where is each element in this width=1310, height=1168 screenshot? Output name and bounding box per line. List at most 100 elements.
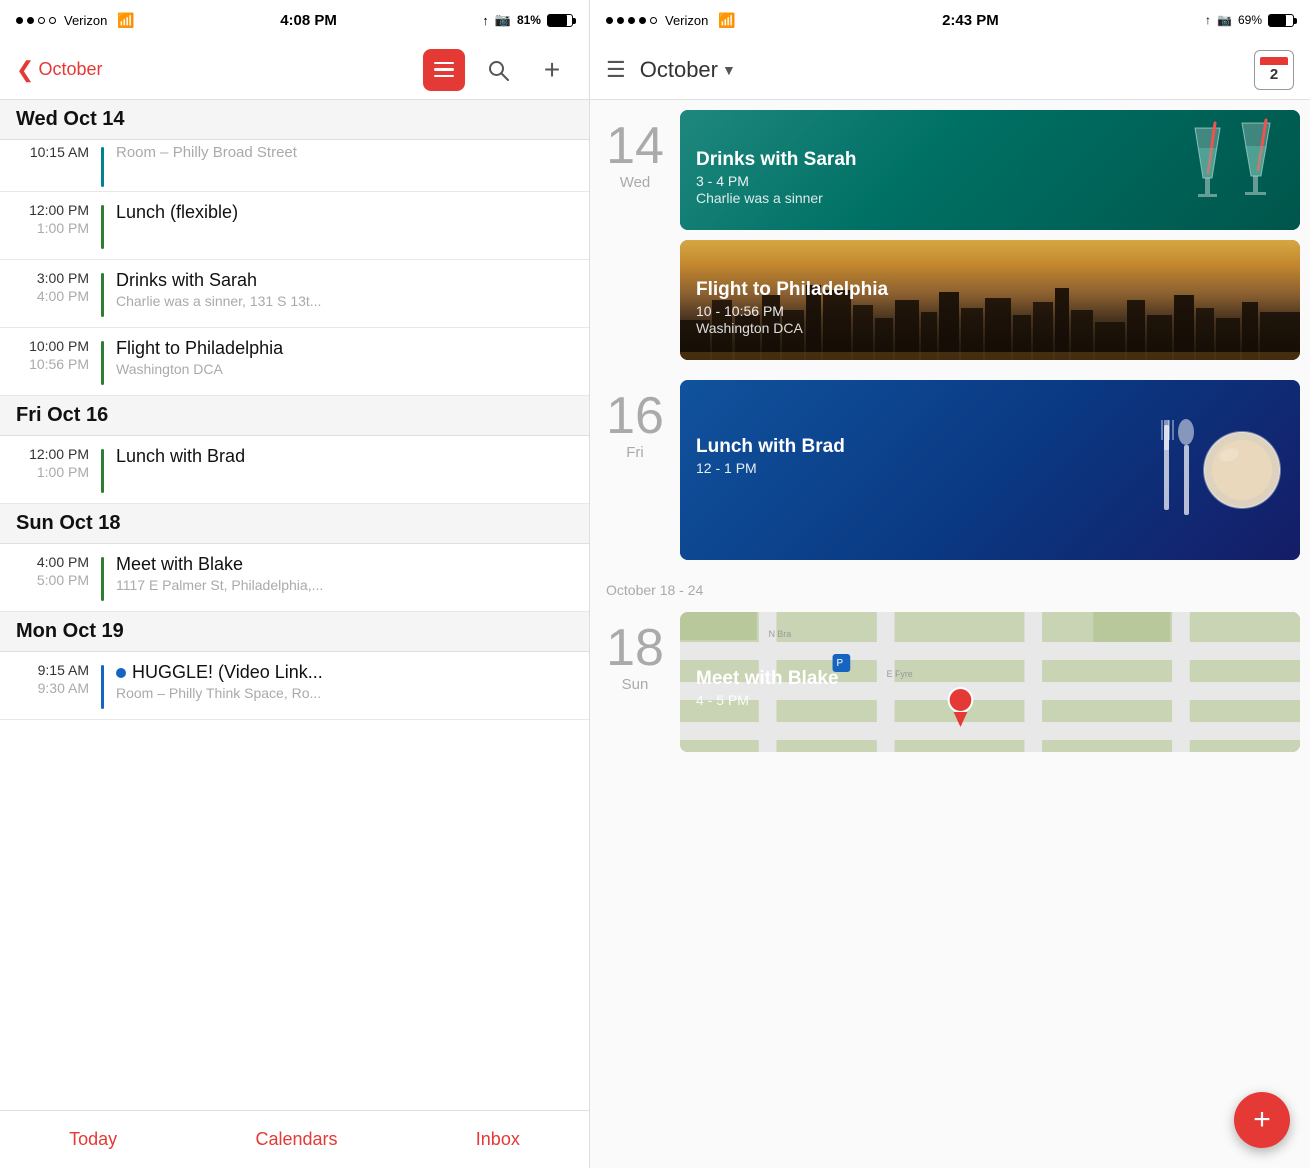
list-item[interactable]: 10:15 AM Room – Philly Broad Street [0, 140, 589, 192]
search-button[interactable] [477, 49, 519, 91]
event-end: 9:30 AM [38, 680, 89, 696]
plus-icon-left: + [544, 56, 560, 84]
list-view-button[interactable] [423, 49, 465, 91]
event-time-col: 10:00 PM 10:56 PM [16, 338, 101, 372]
event-title: Meet with Blake [116, 554, 573, 575]
event-time-col: 12:00 PM 1:00 PM [16, 446, 101, 480]
event-title: Room – Philly Broad Street [116, 144, 297, 161]
events-col-18: N Bra E Fyre P [680, 602, 1310, 762]
battery-fill-left [548, 15, 567, 26]
time-left: 4:08 PM [280, 12, 337, 29]
nav-bar-left: ❮ October + [0, 40, 589, 100]
time-right: 2:43 PM [942, 12, 999, 29]
event-card-drinks[interactable]: Drinks with Sarah 3 - 4 PM Charlie was a… [680, 110, 1300, 230]
event-title: Lunch (flexible) [116, 202, 238, 222]
event-bar [101, 557, 104, 601]
signal-dot-r4 [639, 17, 646, 24]
day-header-oct16: Fri Oct 16 [0, 396, 589, 436]
signal-dot-2 [27, 17, 34, 24]
wifi-icon-left: 📶 [117, 12, 134, 29]
location-icon-right: ↑ [1205, 13, 1211, 27]
calendar-title: October [640, 57, 718, 83]
date-group-14: 14 Wed [590, 100, 1310, 370]
event-card-location-drinks: Charlie was a sinner [696, 190, 1284, 206]
add-event-fab[interactable]: + [1234, 1092, 1290, 1148]
event-time-col: 9:15 AM 9:30 AM [16, 662, 101, 696]
signal-dot-3 [38, 17, 45, 24]
event-content: Meet with Blake 1117 E Palmer St, Philad… [116, 554, 573, 593]
event-time-col: 4:00 PM 5:00 PM [16, 554, 101, 588]
back-label: October [38, 59, 102, 80]
date-day-16: Fri [626, 444, 644, 461]
event-content: Lunch (flexible) [116, 202, 573, 223]
tab-bar-left: Today Calendars Inbox [0, 1110, 589, 1168]
event-card-blake[interactable]: N Bra E Fyre P [680, 612, 1300, 752]
right-content: 14 Wed [590, 100, 1310, 1168]
event-start: 9:15 AM [38, 662, 89, 678]
events-list-left: Wed Oct 14 10:15 AM Room – Philly Broad … [0, 100, 589, 1110]
carrier-name-right: Verizon [665, 13, 708, 28]
carrier-right: Verizon 📶 [606, 12, 736, 29]
list-item[interactable]: 10:00 PM 10:56 PM Flight to Philadelphia… [0, 328, 589, 396]
event-bar [101, 147, 104, 187]
add-event-button-left[interactable]: + [531, 49, 573, 91]
event-card-content-flight: Flight to Philadelphia 10 - 10:56 PM Was… [680, 240, 1300, 350]
hamburger-icon [434, 62, 454, 78]
tab-calendars[interactable]: Calendars [235, 1121, 357, 1158]
event-card-content-drinks: Drinks with Sarah 3 - 4 PM Charlie was a… [680, 110, 1300, 220]
date-num-14: 14 [606, 120, 664, 172]
wifi-icon-right: 📶 [718, 12, 735, 29]
fab-plus-icon: + [1253, 1105, 1271, 1135]
list-item[interactable]: 12:00 PM 1:00 PM Lunch with Brad [0, 436, 589, 504]
calendar-header-icon [1260, 57, 1288, 65]
event-bar [101, 273, 104, 317]
event-time-col: 3:00 PM 4:00 PM [16, 270, 101, 304]
event-card-title-lunch: Lunch with Brad [696, 436, 1284, 458]
event-start: 10:00 PM [29, 338, 89, 354]
date-group-16: 16 Fri [590, 370, 1310, 570]
event-bar [101, 665, 104, 709]
nav-title-right: October ▼ [640, 57, 1240, 83]
back-button[interactable]: ❮ October [16, 57, 102, 83]
list-item[interactable]: 9:15 AM 9:30 AM HUGGLE! (Video Link... R… [0, 652, 589, 720]
date-day-18: Sun [622, 676, 649, 693]
signal-dot-1 [16, 17, 23, 24]
list-item[interactable]: 4:00 PM 5:00 PM Meet with Blake 1117 E P… [0, 544, 589, 612]
tab-today[interactable]: Today [49, 1121, 137, 1158]
calendar-view-button[interactable]: 2 [1254, 50, 1294, 90]
event-card-lunch[interactable]: Lunch with Brad 12 - 1 PM [680, 380, 1300, 560]
battery-pct-right: 69% [1238, 13, 1262, 27]
date-label-14: 14 Wed [590, 100, 680, 370]
event-card-title-blake: Meet with Blake [696, 668, 1284, 690]
date-num-18: 18 [606, 622, 664, 674]
event-card-time-flight: 10 - 10:56 PM [696, 303, 1284, 319]
right-panel: Verizon 📶 2:43 PM ↑ 📷 69% ☰ October ▼ 2 [590, 0, 1310, 1168]
event-bar [101, 449, 104, 493]
signal-dot-4 [49, 17, 56, 24]
event-content: Flight to Philadelphia Washington DCA [116, 338, 573, 377]
event-bar [101, 341, 104, 385]
event-card-title-flight: Flight to Philadelphia [696, 279, 1284, 301]
event-start: 10:15 AM [30, 144, 89, 160]
menu-button[interactable]: ☰ [606, 57, 626, 83]
event-card-content-blake: Meet with Blake 4 - 5 PM [680, 612, 1300, 722]
event-subtitle: 1117 E Palmer St, Philadelphia,... [116, 577, 573, 593]
events-col-14: Drinks with Sarah 3 - 4 PM Charlie was a… [680, 100, 1310, 370]
calendar-day-num: 2 [1270, 67, 1278, 82]
search-icon [486, 58, 510, 82]
battery-right [1268, 14, 1294, 27]
event-title: Flight to Philadelphia [116, 338, 573, 359]
event-dot-icon [116, 668, 126, 678]
tab-inbox[interactable]: Inbox [456, 1121, 540, 1158]
event-card-flight[interactable]: Flight to Philadelphia 10 - 10:56 PM Was… [680, 240, 1300, 360]
event-start: 4:00 PM [37, 554, 89, 570]
events-col-16: Lunch with Brad 12 - 1 PM [680, 370, 1310, 570]
bluetooth-icon-right: 📷 [1217, 13, 1232, 27]
event-start: 12:00 PM [29, 446, 89, 462]
list-item[interactable]: 12:00 PM 1:00 PM Lunch (flexible) [0, 192, 589, 260]
event-subtitle: Washington DCA [116, 361, 573, 377]
left-panel: Verizon 📶 4:08 PM ↑ 📷 81% ❮ October [0, 0, 590, 1168]
status-right-left: ↑ 📷 81% [482, 12, 573, 28]
list-item[interactable]: 3:00 PM 4:00 PM Drinks with Sarah Charli… [0, 260, 589, 328]
status-bar-left: Verizon 📶 4:08 PM ↑ 📷 81% [0, 0, 589, 40]
